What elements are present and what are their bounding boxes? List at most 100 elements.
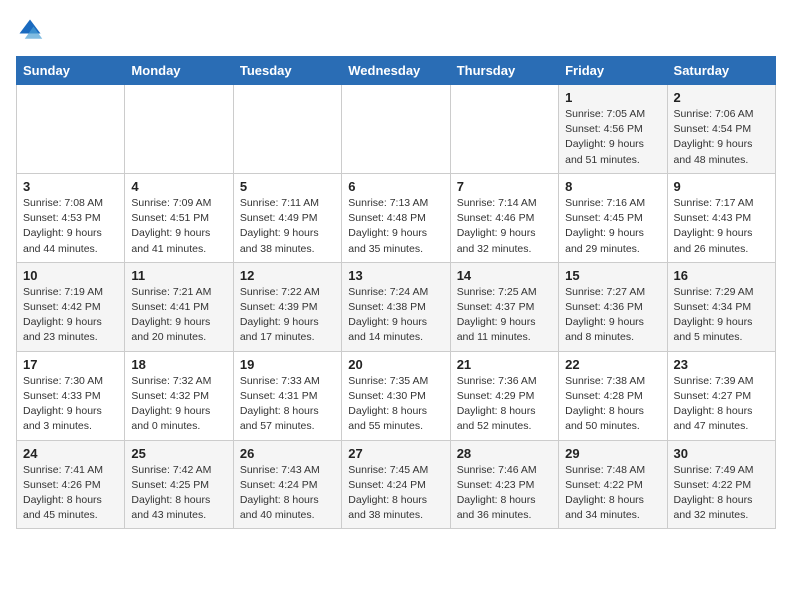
calendar-cell: 14 Sunrise: 7:25 AM Sunset: 4:37 PM Dayli… — [450, 262, 558, 351]
day-content: Sunrise: 7:46 AM Sunset: 4:23 PM Dayligh… — [457, 463, 552, 524]
calendar-cell: 5 Sunrise: 7:11 AM Sunset: 4:49 PM Daylig… — [233, 173, 341, 262]
day-header-thursday: Thursday — [450, 57, 558, 85]
calendar-cell: 11Sunrise: 7:21 AM Sunset: 4:41 PM Dayli… — [125, 262, 233, 351]
calendar-week-1: 1 Sunrise: 7:05 AM Sunset: 4:56 PM Daylig… — [17, 85, 776, 174]
day-header-monday: Monday — [125, 57, 233, 85]
day-content: Sunrise: 7:36 AM Sunset: 4:29 PM Dayligh… — [457, 374, 552, 435]
day-number: 28 — [457, 446, 552, 461]
day-number: 14 — [457, 268, 552, 283]
day-content: Sunrise: 7:22 AM Sunset: 4:39 PM Dayligh… — [240, 285, 335, 346]
calendar-cell — [450, 85, 558, 174]
calendar: SundayMondayTuesdayWednesdayThursdayFrid… — [16, 56, 776, 529]
day-content: Sunrise: 7:29 AM Sunset: 4:34 PM Dayligh… — [674, 285, 769, 346]
calendar-cell — [17, 85, 125, 174]
calendar-cell: 28 Sunrise: 7:46 AM Sunset: 4:23 PM Dayli… — [450, 440, 558, 529]
day-number: 30 — [674, 446, 769, 461]
day-number: 8 — [565, 179, 660, 194]
day-number: 17 — [23, 357, 118, 372]
day-content: Sunrise: 7:11 AM Sunset: 4:49 PM Dayligh… — [240, 196, 335, 257]
day-number: 22 — [565, 357, 660, 372]
day-content: Sunrise: 7:06 AM Sunset: 4:54 PM Dayligh… — [674, 107, 769, 168]
day-number: 12 — [240, 268, 335, 283]
calendar-cell: 1 Sunrise: 7:05 AM Sunset: 4:56 PM Daylig… — [559, 85, 667, 174]
day-content: Sunrise: 7:42 AM Sunset: 4:25 PM Dayligh… — [131, 463, 226, 524]
calendar-cell: 8 Sunrise: 7:16 AM Sunset: 4:45 PM Daylig… — [559, 173, 667, 262]
day-content: Sunrise: 7:09 AM Sunset: 4:51 PM Dayligh… — [131, 196, 226, 257]
day-number: 18 — [131, 357, 226, 372]
calendar-cell: 23 Sunrise: 7:39 AM Sunset: 4:27 PM Dayli… — [667, 351, 775, 440]
day-number: 3 — [23, 179, 118, 194]
calendar-week-3: 10Sunrise: 7:19 AM Sunset: 4:42 PM Dayli… — [17, 262, 776, 351]
day-number: 27 — [348, 446, 443, 461]
day-content: Sunrise: 7:05 AM Sunset: 4:56 PM Dayligh… — [565, 107, 660, 168]
calendar-cell: 6 Sunrise: 7:13 AM Sunset: 4:48 PM Daylig… — [342, 173, 450, 262]
day-number: 7 — [457, 179, 552, 194]
day-number: 1 — [565, 90, 660, 105]
day-content: Sunrise: 7:30 AM Sunset: 4:33 PM Dayligh… — [23, 374, 118, 435]
calendar-cell: 25 Sunrise: 7:42 AM Sunset: 4:25 PM Dayli… — [125, 440, 233, 529]
calendar-week-5: 24 Sunrise: 7:41 AM Sunset: 4:26 PM Dayli… — [17, 440, 776, 529]
day-header-saturday: Saturday — [667, 57, 775, 85]
day-number: 15 — [565, 268, 660, 283]
day-number: 2 — [674, 90, 769, 105]
day-number: 11 — [131, 268, 226, 283]
day-number: 21 — [457, 357, 552, 372]
day-content: Sunrise: 7:33 AM Sunset: 4:31 PM Dayligh… — [240, 374, 335, 435]
day-number: 29 — [565, 446, 660, 461]
calendar-cell: 22 Sunrise: 7:38 AM Sunset: 4:28 PM Dayli… — [559, 351, 667, 440]
calendar-cell: 24 Sunrise: 7:41 AM Sunset: 4:26 PM Dayli… — [17, 440, 125, 529]
calendar-cell: 29 Sunrise: 7:48 AM Sunset: 4:22 PM Dayli… — [559, 440, 667, 529]
day-content: Sunrise: 7:41 AM Sunset: 4:26 PM Dayligh… — [23, 463, 118, 524]
day-content: Sunrise: 7:08 AM Sunset: 4:53 PM Dayligh… — [23, 196, 118, 257]
day-content: Sunrise: 7:39 AM Sunset: 4:27 PM Dayligh… — [674, 374, 769, 435]
calendar-cell: 17 Sunrise: 7:30 AM Sunset: 4:33 PM Dayli… — [17, 351, 125, 440]
calendar-cell — [342, 85, 450, 174]
day-content: Sunrise: 7:24 AM Sunset: 4:38 PM Dayligh… — [348, 285, 443, 346]
logo-icon — [16, 16, 44, 44]
day-content: Sunrise: 7:38 AM Sunset: 4:28 PM Dayligh… — [565, 374, 660, 435]
day-number: 4 — [131, 179, 226, 194]
calendar-cell: 15 Sunrise: 7:27 AM Sunset: 4:36 PM Dayli… — [559, 262, 667, 351]
day-content: Sunrise: 7:48 AM Sunset: 4:22 PM Dayligh… — [565, 463, 660, 524]
calendar-cell: 9 Sunrise: 7:17 AM Sunset: 4:43 PM Daylig… — [667, 173, 775, 262]
calendar-cell: 3 Sunrise: 7:08 AM Sunset: 4:53 PM Daylig… — [17, 173, 125, 262]
day-number: 19 — [240, 357, 335, 372]
day-header-wednesday: Wednesday — [342, 57, 450, 85]
calendar-cell: 30 Sunrise: 7:49 AM Sunset: 4:22 PM Dayli… — [667, 440, 775, 529]
day-content: Sunrise: 7:16 AM Sunset: 4:45 PM Dayligh… — [565, 196, 660, 257]
day-content: Sunrise: 7:49 AM Sunset: 4:22 PM Dayligh… — [674, 463, 769, 524]
day-content: Sunrise: 7:13 AM Sunset: 4:48 PM Dayligh… — [348, 196, 443, 257]
day-content: Sunrise: 7:17 AM Sunset: 4:43 PM Dayligh… — [674, 196, 769, 257]
calendar-cell: 13 Sunrise: 7:24 AM Sunset: 4:38 PM Dayli… — [342, 262, 450, 351]
day-number: 5 — [240, 179, 335, 194]
calendar-cell: 4 Sunrise: 7:09 AM Sunset: 4:51 PM Daylig… — [125, 173, 233, 262]
day-header-tuesday: Tuesday — [233, 57, 341, 85]
calendar-cell: 2 Sunrise: 7:06 AM Sunset: 4:54 PM Daylig… — [667, 85, 775, 174]
day-header-friday: Friday — [559, 57, 667, 85]
day-content: Sunrise: 7:27 AM Sunset: 4:36 PM Dayligh… — [565, 285, 660, 346]
calendar-cell — [125, 85, 233, 174]
calendar-body: 1 Sunrise: 7:05 AM Sunset: 4:56 PM Daylig… — [17, 85, 776, 529]
day-content: Sunrise: 7:45 AM Sunset: 4:24 PM Dayligh… — [348, 463, 443, 524]
day-number: 25 — [131, 446, 226, 461]
calendar-cell: 12 Sunrise: 7:22 AM Sunset: 4:39 PM Dayli… — [233, 262, 341, 351]
day-number: 10 — [23, 268, 118, 283]
calendar-cell: 19 Sunrise: 7:33 AM Sunset: 4:31 PM Dayli… — [233, 351, 341, 440]
day-number: 6 — [348, 179, 443, 194]
calendar-cell: 18Sunrise: 7:32 AM Sunset: 4:32 PM Dayli… — [125, 351, 233, 440]
day-content: Sunrise: 7:43 AM Sunset: 4:24 PM Dayligh… — [240, 463, 335, 524]
day-content: Sunrise: 7:25 AM Sunset: 4:37 PM Dayligh… — [457, 285, 552, 346]
calendar-cell: 27 Sunrise: 7:45 AM Sunset: 4:24 PM Dayli… — [342, 440, 450, 529]
calendar-cell: 21 Sunrise: 7:36 AM Sunset: 4:29 PM Dayli… — [450, 351, 558, 440]
day-number: 23 — [674, 357, 769, 372]
day-number: 16 — [674, 268, 769, 283]
day-content: Sunrise: 7:35 AM Sunset: 4:30 PM Dayligh… — [348, 374, 443, 435]
day-number: 13 — [348, 268, 443, 283]
calendar-cell: 7 Sunrise: 7:14 AM Sunset: 4:46 PM Daylig… — [450, 173, 558, 262]
calendar-cell: 26Sunrise: 7:43 AM Sunset: 4:24 PM Dayli… — [233, 440, 341, 529]
day-number: 9 — [674, 179, 769, 194]
day-number: 24 — [23, 446, 118, 461]
calendar-cell: 10Sunrise: 7:19 AM Sunset: 4:42 PM Dayli… — [17, 262, 125, 351]
day-content: Sunrise: 7:14 AM Sunset: 4:46 PM Dayligh… — [457, 196, 552, 257]
calendar-cell: 16 Sunrise: 7:29 AM Sunset: 4:34 PM Dayli… — [667, 262, 775, 351]
